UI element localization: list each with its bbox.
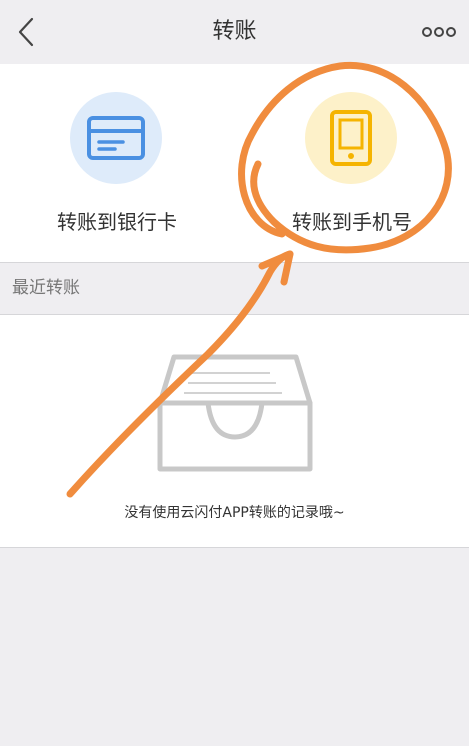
recent-transfers-list: 没有使用云闪付APP转账的记录哦~ — [0, 315, 469, 548]
recent-transfers-header: 最近转账 — [0, 263, 469, 315]
transfer-to-bank-card-button[interactable]: 转账到银行卡 — [0, 64, 234, 262]
more-button[interactable] — [419, 16, 459, 48]
more-dots-icon — [422, 27, 456, 37]
empty-tray-icon — [157, 354, 313, 472]
recent-transfers-title: 最近转账 — [12, 278, 80, 298]
bank-card-icon — [87, 116, 145, 160]
bank-card-icon-circle — [70, 92, 162, 184]
empty-state-message: 没有使用云闪付APP转账的记录哦~ — [124, 505, 345, 521]
back-button[interactable] — [8, 14, 44, 50]
transfer-to-phone-label: 转账到手机号 — [292, 210, 412, 234]
mobile-phone-icon — [330, 110, 372, 166]
mobile-phone-icon-circle — [305, 92, 397, 184]
transfer-to-phone-button[interactable]: 转账到手机号 — [235, 64, 469, 262]
transfer-to-bank-card-label: 转账到银行卡 — [57, 210, 177, 234]
chevron-left-icon — [18, 17, 34, 47]
page-title: 转账 — [212, 19, 257, 44]
top-bar: 转账 — [0, 0, 469, 64]
transfer-options: 转账到银行卡 转账到手机号 — [0, 64, 469, 263]
